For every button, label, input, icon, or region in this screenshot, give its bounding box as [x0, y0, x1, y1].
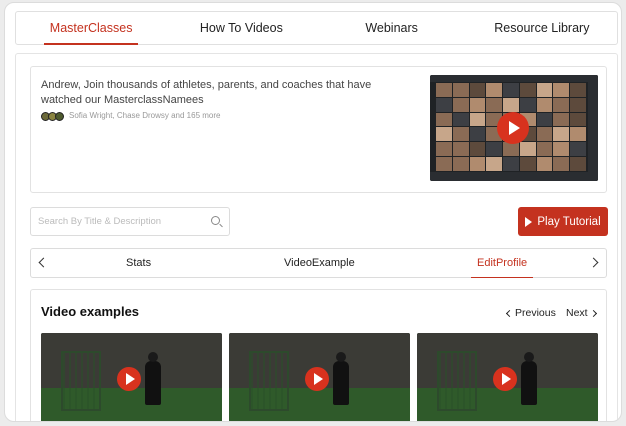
previous-button[interactable]: Previous — [505, 307, 556, 319]
chevron-right-icon[interactable] — [588, 257, 599, 268]
batter-figure — [333, 352, 349, 405]
batter-figure — [145, 352, 161, 405]
watchers-text: Sofia Wright, Chase Drowsy and 165 more — [69, 111, 221, 120]
next-label: Next — [566, 307, 588, 319]
tab-edit-profile[interactable]: EditProfile — [470, 249, 534, 278]
video-card[interactable] — [417, 333, 598, 421]
batting-net — [61, 351, 101, 411]
play-icon[interactable] — [493, 367, 517, 391]
tab-how-to-videos[interactable]: How To Videos — [166, 12, 316, 44]
sub-tab-bar: Stats VideoExample EditProfile — [30, 248, 607, 278]
play-icon[interactable] — [117, 367, 141, 391]
watcher-avatars — [41, 112, 64, 121]
batting-net — [437, 351, 477, 411]
play-tutorial-label: Play Tutorial — [537, 215, 601, 228]
search-input[interactable] — [38, 208, 208, 235]
main-content: Andrew, Join thousands of athletes, pare… — [15, 53, 618, 421]
video-card[interactable] — [41, 333, 222, 421]
video-top-bar — [430, 75, 598, 82]
batter-figure — [521, 352, 537, 405]
masterclass-video-thumbnail[interactable] — [430, 75, 598, 181]
next-button[interactable]: Next — [566, 307, 597, 319]
video-examples-section: Video examples Previous Next — [30, 289, 607, 421]
video-side-bar — [588, 75, 598, 181]
invite-card: Andrew, Join thousands of athletes, pare… — [30, 66, 607, 193]
play-tutorial-button[interactable]: Play Tutorial — [518, 207, 608, 236]
avatar — [55, 112, 64, 121]
search-box — [30, 207, 230, 236]
play-icon — [525, 216, 533, 227]
play-icon[interactable] — [497, 112, 529, 144]
top-tab-bar: MasterClasses How To Videos Webinars Res… — [15, 11, 618, 45]
video-examples-title: Video examples — [41, 304, 140, 319]
tab-masterclasses[interactable]: MasterClasses — [16, 12, 166, 45]
chevron-left-icon — [505, 309, 514, 317]
tab-resource-library[interactable]: Resource Library — [467, 12, 617, 44]
play-icon[interactable] — [305, 367, 329, 391]
previous-label: Previous — [515, 307, 556, 319]
tab-stats[interactable]: Stats — [126, 249, 151, 277]
chevron-left-icon[interactable] — [38, 257, 49, 268]
search-icon[interactable] — [211, 216, 220, 225]
video-card[interactable] — [229, 333, 410, 421]
chevron-right-icon — [589, 309, 597, 317]
tab-webinars[interactable]: Webinars — [317, 12, 467, 44]
invite-message: Andrew, Join thousands of athletes, pare… — [41, 79, 372, 106]
tab-video-example[interactable]: VideoExample — [284, 249, 355, 277]
app-frame: MasterClasses How To Videos Webinars Res… — [4, 2, 622, 422]
video-control-bar — [430, 172, 598, 181]
batting-net — [249, 351, 289, 411]
